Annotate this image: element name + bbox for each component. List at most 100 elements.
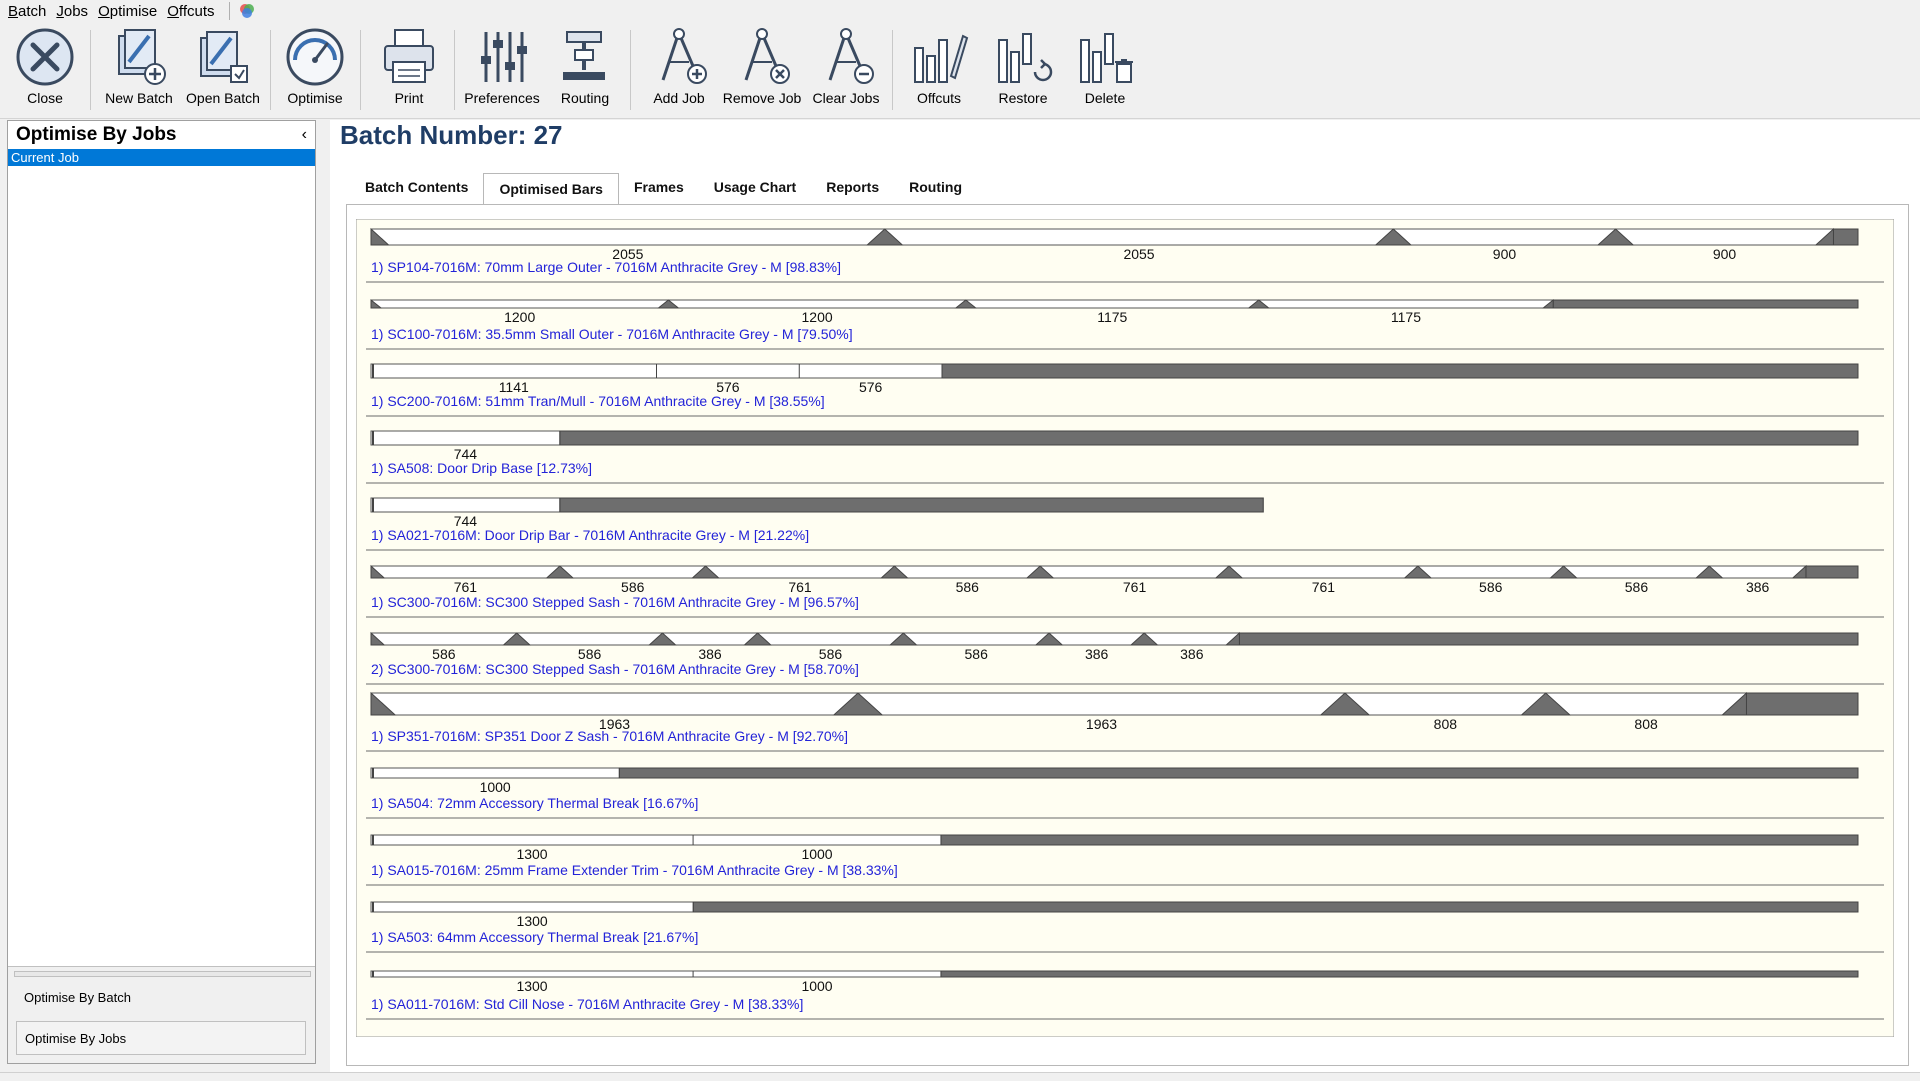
piece-length: 1200 <box>802 309 833 325</box>
tab-frames[interactable]: Frames <box>619 172 699 202</box>
piece-length: 586 <box>432 646 456 662</box>
toolbar-separator <box>90 30 91 110</box>
add-job-label: Add Job <box>653 90 705 106</box>
collapse-chevron-icon[interactable]: ‹ <box>302 126 307 144</box>
piece-length: 586 <box>621 579 645 595</box>
bar-waste <box>940 834 1859 846</box>
piece-length: 586 <box>1625 579 1649 595</box>
piece-length: 900 <box>1713 246 1737 262</box>
new-batch-label: New Batch <box>105 90 173 106</box>
bar-outline <box>370 228 1859 246</box>
tab-optimised-bars[interactable]: Optimised Bars <box>483 173 619 205</box>
piece-length: 586 <box>1479 579 1503 595</box>
remove-job-button[interactable]: Remove Job <box>722 26 802 114</box>
toolbar-separator <box>270 30 271 110</box>
bar-waste <box>559 497 1264 513</box>
bar-waste <box>559 430 1859 446</box>
tab-batch-contents[interactable]: Batch Contents <box>350 172 483 202</box>
gauge-icon <box>286 28 344 86</box>
piece-length: 386 <box>1746 579 1770 595</box>
new-batch-icon <box>118 29 166 85</box>
delete-button[interactable]: Delete <box>1072 26 1138 114</box>
routing-button[interactable]: Routing <box>552 26 618 114</box>
close-button[interactable]: Close <box>12 26 78 114</box>
piece-length: 1175 <box>1097 309 1127 325</box>
piece-length: 1300 <box>517 913 548 929</box>
bar-waste <box>618 767 1859 779</box>
restore-label: Restore <box>998 90 1048 106</box>
bar-outline <box>370 565 1859 579</box>
piece-length: 1175 <box>1391 309 1421 325</box>
bar-description: 1) SA011-7016M: Std Cill Nose - 7016M An… <box>371 996 803 1012</box>
print-label: Print <box>394 90 424 106</box>
menu-offcuts[interactable]: Offcuts <box>167 3 214 20</box>
piece-length: 761 <box>1123 579 1147 595</box>
piece-length: 386 <box>1085 646 1109 662</box>
piece-length: 900 <box>1493 246 1517 262</box>
menu-batch[interactable]: Batch <box>8 3 46 20</box>
bar-description: 1) SC100-7016M: 35.5mm Small Outer - 701… <box>371 326 853 342</box>
piece-length: 1300 <box>516 978 547 994</box>
piece-length: 808 <box>1434 716 1458 732</box>
bar-description: 1) SC300-7016M: SC300 Stepped Sash - 701… <box>371 594 859 610</box>
bar-waste <box>1552 299 1859 309</box>
bar-waste <box>1832 228 1859 246</box>
panel-splitter[interactable] <box>14 971 311 977</box>
print-button[interactable]: Print <box>376 26 442 114</box>
bar-description: 1) SA504: 72mm Accessory Thermal Break [… <box>371 795 698 811</box>
delete-icon <box>1080 33 1133 83</box>
toolbar-separator <box>454 30 455 110</box>
optimise-button[interactable]: Optimise <box>282 26 348 114</box>
bar-waste <box>940 970 1859 978</box>
current-job-item[interactable]: Current Job <box>8 149 315 166</box>
optimise-by-batch-button[interactable]: Optimise By Batch <box>16 981 306 1015</box>
piece-length: 586 <box>578 646 602 662</box>
palette-icon[interactable] <box>238 2 256 20</box>
tab-routing[interactable]: Routing <box>894 172 977 202</box>
bar-waste <box>1745 692 1859 716</box>
optimised-bars-view: 2055 2055 900 9001) SP104-7016M: 70mm Large… <box>356 219 1894 1037</box>
toolbar: Close New Batch Open Batch Optimise Prin… <box>0 22 1920 119</box>
menu-jobs[interactable]: Jobs <box>56 3 88 20</box>
left-panel-title: Optimise By Jobs <box>16 124 177 145</box>
restore-icon <box>998 33 1053 83</box>
preferences-button[interactable]: Preferences <box>462 26 542 114</box>
piece-length: 761 <box>454 579 478 595</box>
toolbar-separator <box>630 30 631 110</box>
bar-description: 1) SP351-7016M: SP351 Door Z Sash - 7016… <box>371 728 848 744</box>
left-panel: Optimise By Jobs ‹ Current Job Optimise … <box>7 120 316 1064</box>
piece-length: 386 <box>1180 646 1204 662</box>
compass-clear-icon <box>828 28 874 84</box>
open-batch-button[interactable]: Open Batch <box>184 26 262 114</box>
bar-description: 1) SP104-7016M: 70mm Large Outer - 7016M… <box>371 259 841 275</box>
optimise-label: Optimise <box>287 90 343 106</box>
bar-waste <box>941 363 1859 379</box>
offcuts-button[interactable]: Offcuts <box>906 26 972 114</box>
bar-waste <box>692 901 1859 913</box>
compass-remove-icon <box>744 28 790 84</box>
add-job-button[interactable]: Add Job <box>646 26 712 114</box>
clear-jobs-button[interactable]: Clear Jobs <box>810 26 882 114</box>
delete-label: Delete <box>1084 90 1126 106</box>
piece-length: 808 <box>1634 716 1658 732</box>
piece-length: 2055 <box>1123 246 1154 262</box>
menu-optimise[interactable]: Optimise <box>98 3 157 20</box>
piece-length: 761 <box>1312 579 1336 595</box>
tab-reports[interactable]: Reports <box>811 172 894 202</box>
restore-button[interactable]: Restore <box>990 26 1056 114</box>
new-batch-button[interactable]: New Batch <box>102 26 176 114</box>
close-label: Close <box>27 90 63 106</box>
sliders-icon <box>481 32 527 82</box>
piece-length: 1963 <box>1086 716 1117 732</box>
open-batch-icon <box>200 31 248 83</box>
piece-length: 1000 <box>801 978 832 994</box>
piece-length: 761 <box>788 579 812 595</box>
piece-length: 586 <box>819 646 843 662</box>
left-panel-nav: Optimise By Batch Optimise By Jobs <box>8 966 315 1063</box>
bar-description: 1) SA015-7016M: 25mm Frame Extender Trim… <box>371 862 898 878</box>
piece-length: 1000 <box>480 779 511 795</box>
offcuts-icon <box>914 34 969 83</box>
optimise-by-jobs-button[interactable]: Optimise By Jobs <box>16 1021 306 1055</box>
routing-icon <box>563 31 605 80</box>
tab-usage-chart[interactable]: Usage Chart <box>699 172 811 202</box>
